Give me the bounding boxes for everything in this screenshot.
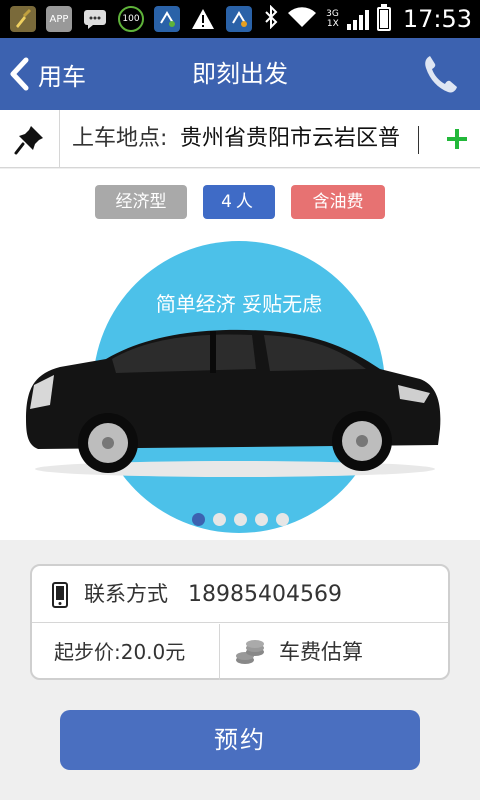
tag-seats: 4人 (203, 185, 275, 219)
starting-price: 起步价:20.0元 (32, 624, 220, 680)
phone-icon (425, 56, 457, 93)
carousel-dot[interactable] (233, 513, 247, 526)
percent-badge-text: 100 (122, 14, 140, 24)
battery-icon (376, 4, 391, 31)
update-icon (226, 6, 252, 32)
carousel-dot[interactable] (275, 513, 289, 526)
battery-saver-icon: 100 (118, 6, 144, 32)
banner-slogan: 简单经济 妥贴无虑 (155, 292, 323, 316)
pickup-label: 上车地点: (72, 126, 168, 151)
app-badge-text: APP (49, 13, 69, 25)
clock: 17:53 (402, 5, 472, 33)
status-bar: APP 100 3G 1X 17:53 (0, 0, 480, 38)
pickup-input[interactable]: 贵州省贵阳市云岩区普 (180, 110, 436, 168)
carousel-dot-active[interactable] (191, 513, 205, 526)
contact-phone-input[interactable]: 18985404569 (188, 566, 342, 623)
back-button[interactable]: 用车 (8, 38, 86, 110)
plus-icon (447, 129, 467, 149)
fare-estimate-button[interactable]: 车费估算 (221, 624, 448, 680)
locate-button[interactable] (0, 110, 60, 168)
network-type: 3G 1X (326, 9, 339, 29)
reserve-button[interactable]: 预约 (60, 710, 420, 770)
network-type-bottom: 1X (326, 19, 339, 29)
carousel-indicator (0, 513, 480, 526)
broom-icon (10, 6, 36, 32)
text-cursor (418, 126, 419, 154)
network-type-top: 3G (326, 9, 339, 19)
title-bar: 用车 即刻出发 (0, 38, 480, 110)
tag-economy: 经济型 (95, 185, 187, 219)
bluetooth-icon (264, 4, 278, 33)
fare-estimate-label: 车费估算 (279, 640, 363, 664)
car-image (26, 329, 441, 477)
warning-icon (190, 6, 216, 32)
app-store-icon: APP (46, 6, 72, 32)
signal-icon (346, 8, 369, 30)
contact-label: 联系方式 (84, 582, 168, 606)
tag-fuel-included: 含油费 (291, 185, 385, 219)
booking-info-card: 联系方式 18985404569 起步价:20.0元 车费估算 (30, 564, 450, 680)
back-label: 用车 (38, 62, 86, 91)
wifi-icon (286, 5, 318, 33)
add-location-button[interactable] (446, 110, 468, 168)
chat-icon (82, 6, 108, 32)
carousel-dot[interactable] (212, 513, 226, 526)
car-tags: 经济型 4人 含油费 (0, 185, 480, 219)
promo-banner[interactable]: 经济型 4人 含油费 简单经济 妥贴无虑 (0, 169, 480, 540)
coins-icon (236, 640, 264, 664)
carousel-dot[interactable] (254, 513, 268, 526)
pickup-location-field[interactable]: 上车地点: 贵州省贵阳市云岩区普 (0, 110, 480, 168)
pin-icon (14, 126, 43, 155)
call-button[interactable] (420, 52, 460, 96)
contact-field[interactable]: 联系方式 18985404569 (32, 566, 448, 623)
sync-icon (154, 6, 180, 32)
chevron-left-icon (10, 57, 29, 91)
mobile-icon (52, 582, 68, 608)
